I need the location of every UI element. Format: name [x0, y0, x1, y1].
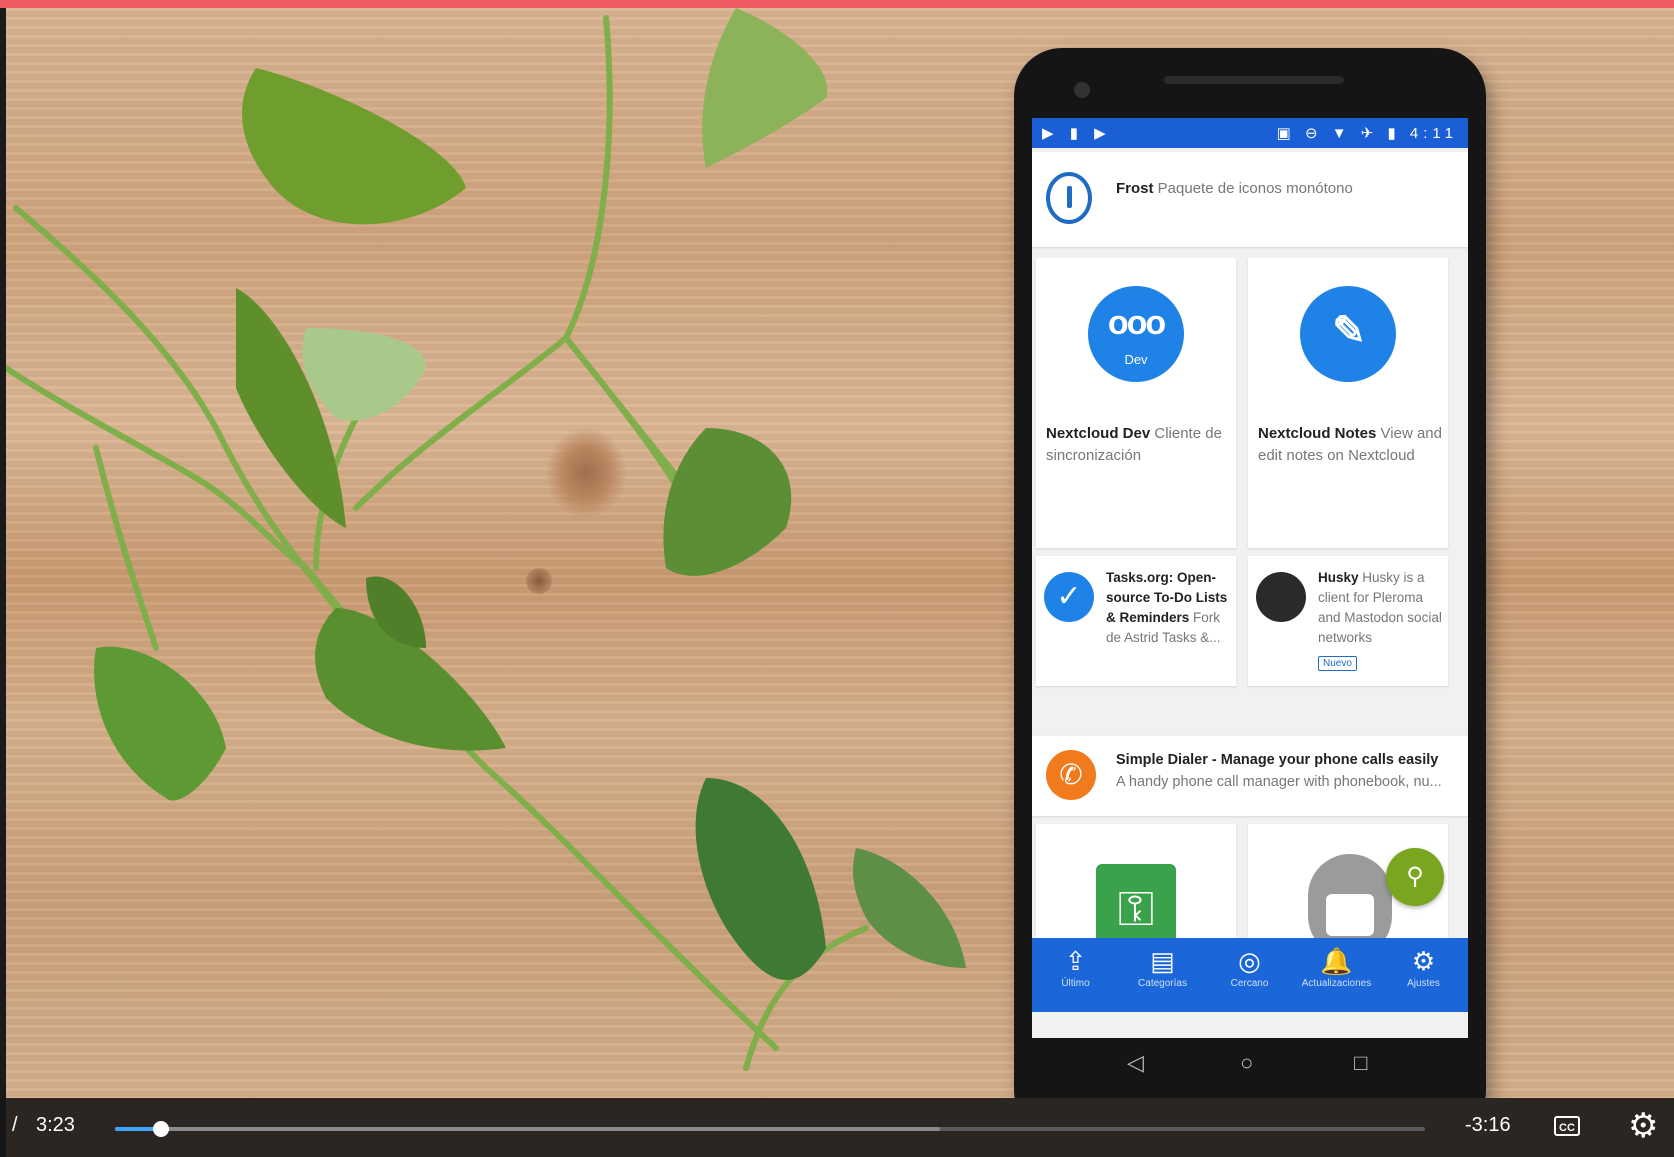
buffered-range — [115, 1127, 941, 1131]
nav-settings[interactable]: ⚙ Ajustes — [1380, 946, 1467, 989]
seek-thumb[interactable] — [152, 1121, 169, 1137]
status-bar: ▶ ▮ ▶ ▣ ⊖ ▼ ✈ ▮ 4:11 — [1032, 118, 1468, 148]
upload-star-icon: ⇪ — [1064, 946, 1087, 976]
back-icon[interactable]: ◁ — [1127, 1050, 1144, 1076]
categories-icon: ▤ — [1150, 946, 1175, 976]
video-frame[interactable]: ▶ ▮ ▶ ▣ ⊖ ▼ ✈ ▮ 4:11 Frost Paquete de ic… — [6, 8, 1674, 1098]
tasks-desc: Tasks.org: Open-source To-Do Lists & Rem… — [1106, 570, 1228, 645]
phone-screen: ▶ ▮ ▶ ▣ ⊖ ▼ ✈ ▮ 4:11 Frost Paquete de ic… — [1032, 118, 1468, 1038]
android-navigation-bar: ◁ ○ □ — [1032, 1038, 1468, 1098]
dialer-title: Simple Dialer - Manage your phone calls … — [1116, 752, 1439, 768]
seek-bar[interactable] — [115, 1121, 1425, 1137]
bottom-navigation: ⇪ Último ▤ Categorías ◎ Cercano 🔔 Actual… — [1032, 938, 1468, 1012]
nav-nearby[interactable]: ◎ Cercano — [1206, 946, 1293, 989]
frost-icon — [1046, 172, 1092, 224]
recents-icon[interactable]: □ — [1354, 1050, 1367, 1076]
player-controls: / 3:23 -3:16 CC ⚙ — [0, 1098, 1674, 1157]
nextcloud-dev-icon: ooo Dev — [1088, 286, 1184, 382]
status-left-icons: ▶ ▮ ▶ — [1042, 125, 1112, 142]
nextcloud-notes-icon: ✎ — [1300, 286, 1396, 382]
app-card-simple-dialer[interactable]: ✆ Simple Dialer - Manage your phone call… — [1032, 736, 1468, 816]
bell-icon: 🔔 — [1320, 946, 1353, 976]
current-time: 3:23 — [36, 1114, 75, 1136]
phone-icon: ✆ — [1046, 750, 1096, 800]
husky-desc: Husky Husky is a client for Pleroma and … — [1318, 570, 1442, 645]
dialer-desc: A handy phone call manager with phoneboo… — [1116, 774, 1442, 790]
app-card-husky[interactable]: Husky Husky is a client for Pleroma and … — [1248, 556, 1448, 686]
settings-gear-icon[interactable]: ⚙ — [1628, 1108, 1658, 1144]
app-card-nextcloud-notes[interactable]: ✎ Nextcloud Notes View and edit notes on… — [1248, 258, 1448, 548]
nav-categories[interactable]: ▤ Categorías — [1119, 946, 1206, 989]
nav-updates[interactable]: 🔔 Actualizaciones — [1293, 946, 1380, 989]
phone-speaker — [1164, 76, 1344, 84]
app-card-keys[interactable]: ⚿ — [1036, 824, 1236, 956]
remaining-time: -3:16 — [1465, 1114, 1511, 1136]
status-right-icons: ▣ ⊖ ▼ ✈ ▮ 4:11 — [1276, 125, 1458, 142]
nav-latest[interactable]: ⇪ Último — [1032, 946, 1119, 989]
phone-mockup: ▶ ▮ ▶ ▣ ⊖ ▼ ✈ ▮ 4:11 Frost Paquete de ic… — [1014, 48, 1486, 1098]
top-accent-bar — [0, 0, 1674, 8]
time-separator: / — [12, 1114, 18, 1136]
home-icon[interactable]: ○ — [1240, 1050, 1253, 1076]
nextcloud-notes-desc: Nextcloud Notes View and edit notes on N… — [1258, 425, 1442, 464]
app-card-frost[interactable]: Frost Paquete de iconos monótono — [1032, 152, 1468, 247]
search-fab[interactable]: ⚲ — [1386, 848, 1444, 906]
nearby-icon: ◎ — [1238, 946, 1261, 976]
plant-illustration — [6, 8, 966, 1071]
app-card-nextcloud-dev[interactable]: ooo Dev Nextcloud Dev Cliente de sincron… — [1036, 258, 1236, 548]
captions-button[interactable]: CC — [1554, 1116, 1580, 1136]
checkmark-icon: ✓ — [1044, 572, 1094, 622]
nextcloud-dev-desc: Nextcloud Dev Cliente de sincronización — [1046, 425, 1222, 464]
app-card-tasks[interactable]: ✓ Tasks.org: Open-source To-Do Lists & R… — [1036, 556, 1236, 686]
frost-title: Frost Paquete de iconos monótono — [1116, 180, 1353, 197]
husky-avatar-icon — [1256, 572, 1306, 622]
front-camera — [1074, 82, 1090, 98]
new-badge: Nuevo — [1318, 656, 1357, 671]
gear-icon: ⚙ — [1411, 946, 1436, 976]
